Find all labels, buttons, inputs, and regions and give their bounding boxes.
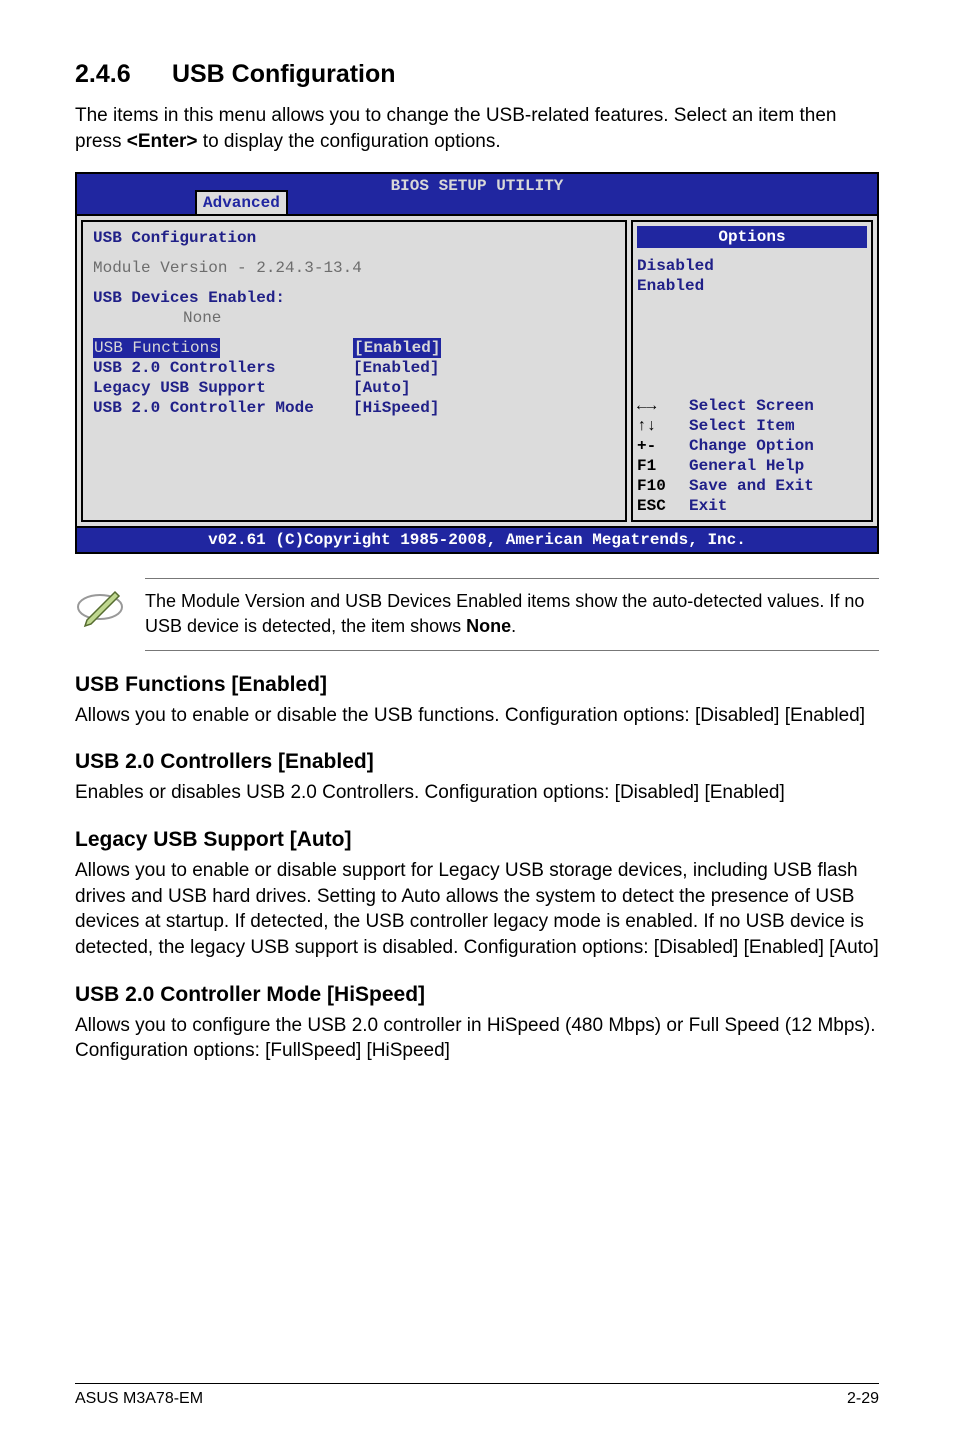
subbody: Enables or disables USB 2.0 Controllers.… [75,780,879,806]
bios-devices-title: USB Devices Enabled: [93,288,615,308]
bios-item-value: [HiSpeed] [353,398,439,418]
bios-item-value: [Enabled] [353,338,441,358]
bios-body: USB Configuration Module Version - 2.24.… [77,214,877,526]
section-title-text: USB Configuration [172,60,396,88]
bios-item-label: USB 2.0 Controllers [93,358,353,378]
bios-item-label: USB Functions [93,338,220,358]
bios-row: USB 2.0 Controllers [Enabled] [93,358,615,378]
section-heading: 2.4.6 USB Configuration [75,60,879,89]
footer-left: ASUS M3A78-EM [75,1390,203,1408]
bios-key-desc: Select Screen [689,396,814,416]
bios-key: ESC [637,496,689,516]
footer-right: 2-29 [847,1390,879,1408]
bios-key-desc: Select Item [689,416,795,436]
note-bold: None [466,616,511,636]
subheading: USB 2.0 Controllers [Enabled] [75,750,879,774]
subbody: Allows you to configure the USB 2.0 cont… [75,1013,879,1064]
bios-utility-title: BIOS SETUP UTILITY [391,177,564,195]
bios-option: Disabled [637,256,867,276]
bios-item-value: [Auto] [353,378,411,398]
bios-key: F10 [637,476,689,496]
bios-item-label: Legacy USB Support [93,378,353,398]
note-block: The Module Version and USB Devices Enabl… [75,578,879,650]
intro-paragraph: The items in this menu allows you to cha… [75,103,879,154]
bios-utility-box: BIOS SETUP UTILITY Advanced USB Configur… [75,172,879,554]
bios-right-pane: Options Disabled Enabled ←→Select Screen… [631,220,873,522]
bios-item-label: USB 2.0 Controller Mode [93,398,353,418]
bios-key-desc: General Help [689,456,804,476]
bios-module-version: Module Version - 2.24.3-13.4 [93,258,615,278]
bios-header: BIOS SETUP UTILITY Advanced [77,174,877,214]
bios-key-desc: Exit [689,496,727,516]
bios-tab-advanced: Advanced [195,190,288,214]
bios-key: ←→ [637,396,689,416]
bios-row: Legacy USB Support [Auto] [93,378,615,398]
page-footer: ASUS M3A78-EM 2-29 [75,1383,879,1408]
note-text: The Module Version and USB Devices Enabl… [145,578,879,650]
bios-key-desc: Change Option [689,436,814,456]
section-number: 2.4.6 [75,60,165,89]
bios-row: USB 2.0 Controller Mode [HiSpeed] [93,398,615,418]
bios-options-header: Options [637,226,867,248]
bios-cfg-title: USB Configuration [93,228,615,248]
bios-devices-value: None [93,308,615,328]
bios-row: USB Functions [Enabled] [93,338,615,358]
bios-footer: v02.61 (C)Copyright 1985-2008, American … [77,526,877,552]
pencil-note-icon [75,582,125,632]
bios-key-legend: ←→Select Screen ↑↓Select Item +-Change O… [637,396,867,516]
subheading: USB 2.0 Controller Mode [HiSpeed] [75,983,879,1007]
subbody: Allows you to enable or disable support … [75,858,879,961]
bios-key-desc: Save and Exit [689,476,814,496]
bios-key: +- [637,436,689,456]
bios-item-value: [Enabled] [353,358,439,378]
subheading: USB Functions [Enabled] [75,673,879,697]
subheading: Legacy USB Support [Auto] [75,828,879,852]
bios-key: F1 [637,456,689,476]
bios-key: ↑↓ [637,416,689,436]
bios-left-pane: USB Configuration Module Version - 2.24.… [81,220,627,522]
bios-option: Enabled [637,276,867,296]
subbody: Allows you to enable or disable the USB … [75,703,879,729]
